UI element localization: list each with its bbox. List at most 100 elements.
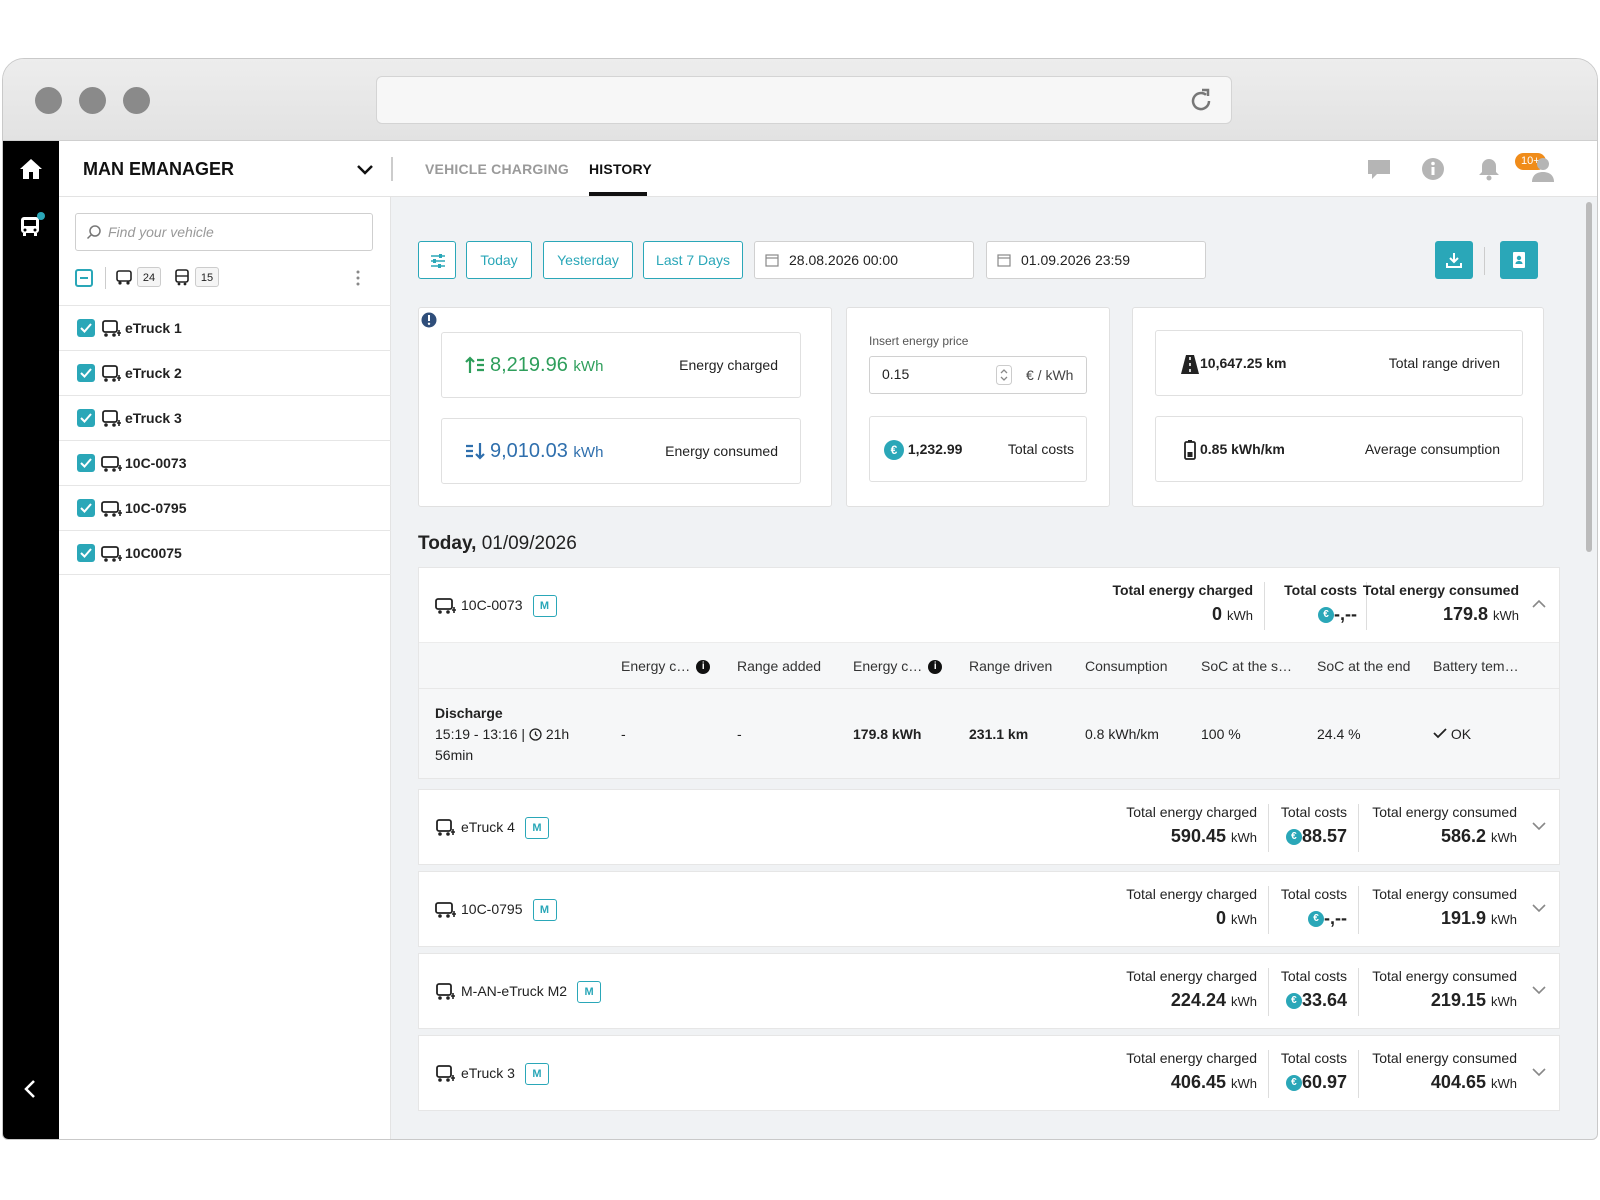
group-header[interactable]: eTruck 3 M Total energy charged 406.45 kWh…	[419, 1036, 1559, 1110]
reload-icon[interactable]	[1187, 87, 1215, 115]
table-row[interactable]: Discharge 15:19 - 13:16 | 21h 56min - - …	[419, 688, 1559, 778]
group-total-consumed: Total energy consumed 404.65 kWh	[1372, 1050, 1517, 1092]
report-icon	[1513, 252, 1525, 268]
filter-button[interactable]	[418, 241, 456, 279]
report-button[interactable]	[1500, 241, 1538, 279]
info-icon[interactable]	[1419, 155, 1447, 183]
vehicle-item[interactable]: eTruck 2	[59, 350, 391, 395]
totals-divider	[1268, 804, 1269, 852]
energy-consumed-value: 9,010.03	[490, 440, 568, 462]
window-close-dot[interactable]	[35, 87, 62, 114]
group-vehicle-name: 10C-0795	[461, 901, 523, 917]
kwh-unit: kWh	[1227, 608, 1253, 623]
vehicle-group[interactable]: eTruck 4 M Total energy charged 590.45 kWh…	[418, 789, 1560, 865]
vehicle-group[interactable]: M-AN-eTruck M2 M Total energy charged 224.…	[418, 953, 1560, 1029]
vehicle-search[interactable]	[75, 213, 373, 251]
cell-consumption: 0.8 kWh/km	[1085, 726, 1159, 742]
search-input[interactable]	[108, 222, 358, 242]
scrollbar-thumb[interactable]	[1586, 202, 1592, 552]
date-from-field[interactable]: 28.08.2026 00:00	[754, 241, 974, 279]
chevron-down-icon[interactable]	[1531, 902, 1547, 914]
vehicle-checkbox[interactable]	[77, 499, 95, 517]
total-costs-col-value: 33.64	[1301, 990, 1347, 1010]
ev-truck-icon	[436, 1065, 455, 1083]
date-to-field[interactable]: 01.09.2026 23:59	[986, 241, 1206, 279]
group-vehicle-name: eTruck 4	[461, 819, 515, 835]
user-icon[interactable]	[1529, 155, 1557, 183]
col-range-driven[interactable]: Range driven	[969, 643, 1052, 689]
charge-up-icon	[465, 356, 484, 373]
vehicle-item[interactable]: eTruck 3	[59, 395, 391, 440]
group-total-costs: Total costs € -,--	[1280, 886, 1347, 928]
chevron-down-icon[interactable]	[1531, 820, 1547, 832]
model-tag: M	[532, 595, 557, 618]
chevron-down-icon[interactable]	[1531, 1066, 1547, 1078]
vehicle-checkbox[interactable]	[77, 409, 95, 427]
day-prefix: Today,	[418, 533, 477, 554]
info-icon[interactable]: i	[696, 660, 711, 675]
energy-charged-kpi: 8,219.96 kWh Energy charged	[441, 332, 801, 398]
tab-history[interactable]: HISTORY	[589, 141, 652, 197]
group-total-costs: Total costs €33.64	[1280, 968, 1347, 1010]
col-consumption[interactable]: Consumption	[1085, 643, 1168, 689]
col-soc-end[interactable]: SoC at the end	[1317, 643, 1410, 689]
totals-divider	[1268, 1050, 1269, 1098]
session-time: 15:19 - 13:16 |	[435, 726, 526, 742]
group-total-costs: Total costs €88.57	[1280, 804, 1347, 846]
deselect-all-checkbox[interactable]	[75, 269, 93, 287]
more-icon[interactable]	[355, 269, 361, 287]
total-consumed-label: Total energy consumed	[1362, 582, 1519, 598]
group-header[interactable]: 10C-0795 M Total energy charged 0 kWh Tota…	[419, 872, 1559, 946]
chevron-up-icon[interactable]	[1531, 598, 1547, 610]
energy-price-input[interactable]	[882, 366, 982, 382]
truck-icon[interactable]	[17, 211, 45, 239]
energy-price-field[interactable]: € / kWh	[869, 356, 1087, 394]
vehicle-checkbox[interactable]	[77, 454, 95, 472]
window-maximize-dot[interactable]	[123, 87, 150, 114]
ev-bus-icon	[101, 456, 122, 472]
vehicle-item[interactable]: 10C-0795	[59, 485, 391, 530]
totals-divider	[1358, 804, 1359, 852]
back-icon[interactable]	[17, 1075, 45, 1103]
yesterday-button[interactable]: Yesterday	[543, 241, 633, 279]
vehicle-checkbox[interactable]	[77, 544, 95, 562]
vehicle-group[interactable]: eTruck 3 M Total energy charged 406.45 kWh…	[418, 1035, 1560, 1111]
average-consumption-kpi: 0.85 kWh/km Average consumption	[1155, 416, 1523, 482]
group-header[interactable]: eTruck 4 M Total energy charged 590.45 kWh…	[419, 790, 1559, 864]
address-bar[interactable]	[376, 76, 1232, 124]
col-soc-start[interactable]: SoC at the s…	[1201, 643, 1292, 689]
vehicle-item[interactable]: 10C-0073	[59, 440, 391, 485]
col-range-added[interactable]: Range added	[737, 643, 821, 689]
bell-icon[interactable]	[1475, 155, 1503, 183]
vehicle-checkbox[interactable]	[77, 319, 95, 337]
download-button[interactable]	[1435, 241, 1473, 279]
vehicle-item[interactable]: 10C0075	[59, 530, 391, 575]
today-button[interactable]: Today	[466, 241, 532, 279]
info-icon[interactable]: i	[928, 660, 943, 675]
vehicle-checkbox[interactable]	[77, 364, 95, 382]
euro-icon: €	[1285, 829, 1302, 846]
window-minimize-dot[interactable]	[79, 87, 106, 114]
vehicle-group[interactable]: 10C-0795 M Total energy charged 0 kWh Tota…	[418, 871, 1560, 947]
energy-consumed-label: Energy consumed	[665, 443, 778, 459]
col-energy-charged[interactable]: Energy c… i	[621, 643, 711, 689]
last-7-days-button[interactable]: Last 7 Days	[643, 241, 743, 279]
info-icon[interactable]	[421, 312, 437, 328]
col-battery-temp[interactable]: Battery tem…	[1433, 643, 1519, 689]
total-costs-label: Total costs	[1007, 441, 1074, 457]
group-header[interactable]: M-AN-eTruck M2 M Total energy charged 224.…	[419, 954, 1559, 1028]
home-icon[interactable]	[17, 155, 45, 183]
totals-divider	[1268, 968, 1269, 1016]
stepper-icon[interactable]	[996, 365, 1012, 385]
chevron-down-icon[interactable]	[355, 159, 375, 179]
cell-soc-end: 24.4 %	[1317, 726, 1361, 742]
tab-vehicle-charging[interactable]: VEHICLE CHARGING	[425, 141, 569, 197]
vehicle-item[interactable]: eTruck 1	[59, 305, 391, 350]
group-vehicle-name: M-AN-eTruck M2	[461, 983, 568, 999]
chat-icon[interactable]	[1365, 155, 1393, 183]
browser-titlebar	[3, 59, 1597, 141]
group-header[interactable]: 10C-0073 M Total energy charged 0 kWh Tota…	[419, 568, 1559, 642]
col-energy-consumed[interactable]: Energy c… i	[853, 643, 943, 689]
chevron-down-icon[interactable]	[1531, 984, 1547, 996]
model-tag: M	[524, 1063, 549, 1086]
